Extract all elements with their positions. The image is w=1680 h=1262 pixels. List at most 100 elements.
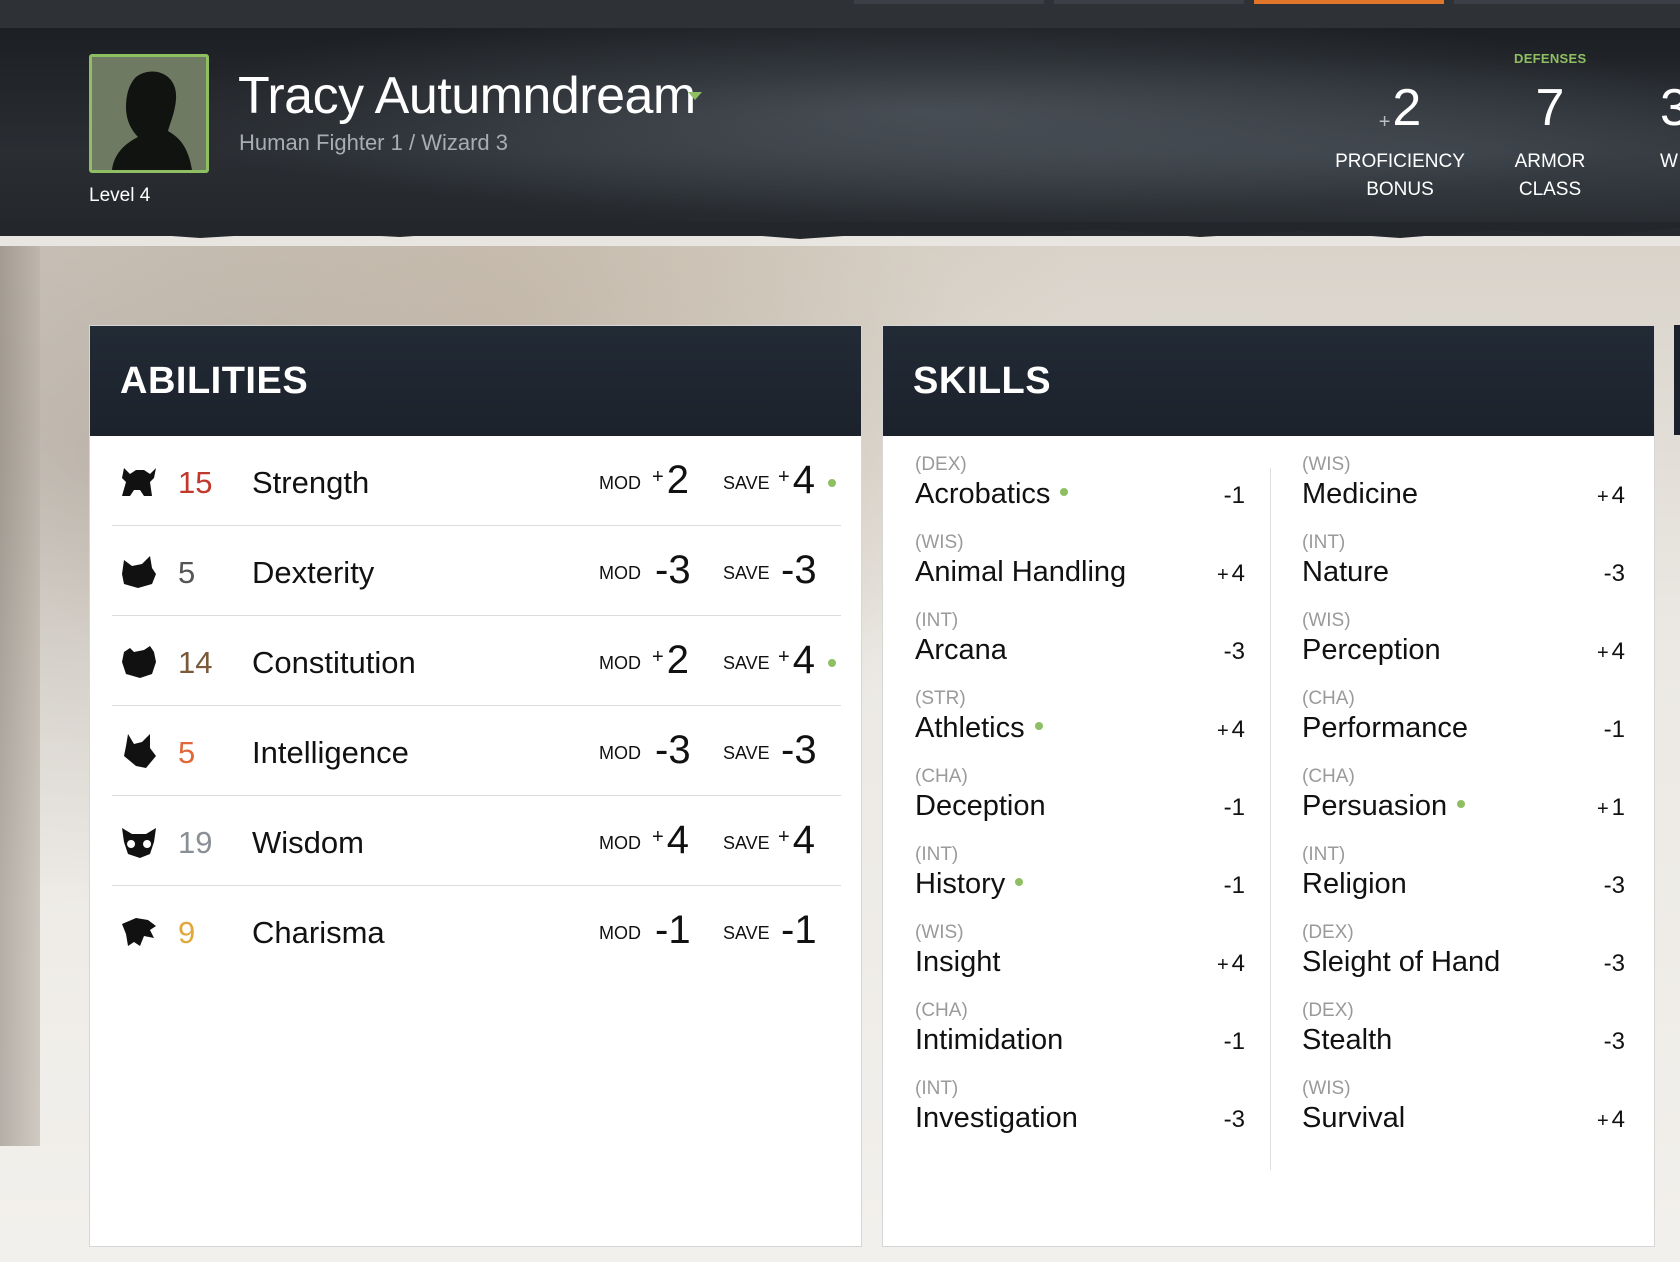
- ability-row-constitution[interactable]: 14 Constitution MOD +2 SAVE +4: [112, 616, 841, 706]
- name-dropdown-caret-icon[interactable]: [688, 92, 702, 100]
- ability-row-charisma[interactable]: 9 Charisma MOD -1 SAVE -1: [112, 886, 841, 976]
- ability-row-strength[interactable]: 15 Strength MOD +2 SAVE +4: [112, 436, 841, 526]
- nav-tab-1[interactable]: [854, 0, 1044, 4]
- ability-save: -3: [778, 728, 838, 773]
- skill-name: Investigation: [915, 1102, 1078, 1134]
- skill-name: Arcana: [915, 634, 1007, 666]
- nav-tab-4[interactable]: [1454, 0, 1680, 4]
- ability-score: 5: [178, 735, 196, 770]
- skill-row-sleight-of-hand[interactable]: (DEX) Sleight of Hand -3: [1302, 904, 1625, 982]
- ability-modifier: -3: [652, 548, 712, 593]
- skill-attribute: (CHA): [1302, 766, 1355, 787]
- skill-bonus-sign: +: [1596, 798, 1609, 820]
- mod-label: MOD: [599, 833, 641, 853]
- skill-bonus-value: 4: [1231, 560, 1245, 587]
- skill-attribute: (DEX): [1302, 1000, 1354, 1021]
- avatar[interactable]: [89, 54, 209, 173]
- ability-row-dexterity[interactable]: 5 Dexterity MOD -3 SAVE -3: [112, 526, 841, 616]
- character-subtitle: Human Fighter 1 / Wizard 3: [239, 130, 508, 155]
- skill-row-athletics[interactable]: (STR) Athletics +4: [915, 670, 1245, 748]
- modifier-sign: +: [652, 646, 664, 668]
- skill-row-performance[interactable]: (CHA) Performance -1: [1302, 670, 1625, 748]
- skill-name-wrap: Athletics: [915, 712, 1043, 745]
- save-label: SAVE: [723, 833, 770, 853]
- ability-modifier: +4: [652, 818, 712, 863]
- skill-row-stealth[interactable]: (DEX) Stealth -3: [1302, 982, 1625, 1060]
- skill-bonus: -3: [1601, 950, 1625, 978]
- skill-bonus: -3: [1601, 560, 1625, 588]
- modifier-value: 2: [666, 638, 689, 682]
- proficiency-label-2: BONUS: [1366, 179, 1434, 200]
- ability-row-wisdom[interactable]: 19 Wisdom MOD +4 SAVE +4: [112, 796, 841, 886]
- armor-class[interactable]: 7 ARMOR CLASS: [1500, 82, 1600, 204]
- skill-bonus: +4: [1597, 1106, 1625, 1134]
- skill-bonus: -1: [1221, 794, 1245, 822]
- skill-bonus-value: -3: [1223, 638, 1245, 665]
- skill-attribute: (WIS): [1302, 1078, 1351, 1099]
- save-value: 4: [792, 638, 815, 682]
- ability-modifier: -3: [652, 728, 712, 773]
- skill-row-medicine[interactable]: (WIS) Medicine +4: [1302, 436, 1625, 514]
- fox-icon: [124, 734, 156, 768]
- skill-row-investigation[interactable]: (INT) Investigation -3: [915, 1060, 1245, 1138]
- save-value: 4: [792, 458, 815, 502]
- skill-row-insight[interactable]: (WIS) Insight +4: [915, 904, 1245, 982]
- bull-icon: [122, 468, 156, 496]
- skill-bonus-value: 4: [1231, 716, 1245, 743]
- modifier-value: -3: [655, 548, 691, 592]
- proficiency-bonus: +2 PROFICIENCY BONUS: [1330, 82, 1470, 204]
- skill-name-wrap: Insight: [915, 946, 1000, 979]
- skill-row-religion[interactable]: (INT) Religion -3: [1302, 826, 1625, 904]
- silhouette-icon: [92, 57, 206, 170]
- skills-column-left: (DEX) Acrobatics -1 (WIS) Animal Handling +4 (…: [915, 436, 1245, 1138]
- save-sign: +: [778, 826, 790, 848]
- skills-divider: [1270, 468, 1271, 1170]
- skill-attribute: (STR): [915, 688, 966, 709]
- ability-score: 9: [178, 915, 196, 950]
- skills-title: SKILLS: [913, 360, 1052, 402]
- skill-bonus-sign: +: [1596, 642, 1609, 664]
- skill-bonus-value: -1: [1223, 794, 1245, 821]
- armor-class-label-2: CLASS: [1518, 179, 1582, 200]
- eagle-icon: [122, 918, 156, 946]
- skill-row-nature[interactable]: (INT) Nature -3: [1302, 514, 1625, 592]
- clipped-stat-value: 3: [1660, 79, 1680, 137]
- skill-attribute: (INT): [915, 844, 959, 865]
- skill-row-survival[interactable]: (WIS) Survival +4: [1302, 1060, 1625, 1138]
- skill-row-intimidation[interactable]: (CHA) Intimidation -1: [915, 982, 1245, 1060]
- skills-column-right: (WIS) Medicine +4 (INT) Nature -3 (WIS) Percept…: [1302, 436, 1625, 1138]
- skill-row-acrobatics[interactable]: (DEX) Acrobatics -1: [915, 436, 1245, 514]
- skill-bonus-value: 4: [1611, 638, 1625, 665]
- ability-save: -3: [778, 548, 838, 593]
- skill-row-persuasion[interactable]: (CHA) Persuasion +1: [1302, 748, 1625, 826]
- skill-name: Insight: [915, 946, 1001, 978]
- skill-row-deception[interactable]: (CHA) Deception -1: [915, 748, 1245, 826]
- skill-bonus: -1: [1601, 716, 1625, 744]
- skill-attribute: (INT): [1302, 844, 1346, 865]
- ability-score: 19: [178, 825, 213, 860]
- skill-name-wrap: History: [915, 868, 1024, 901]
- skill-row-history[interactable]: (INT) History -1: [915, 826, 1245, 904]
- skill-bonus: -3: [1601, 872, 1625, 900]
- top-nav: [0, 0, 1680, 28]
- mod-label: MOD: [599, 743, 641, 763]
- skill-row-arcana[interactable]: (INT) Arcana -3: [915, 592, 1245, 670]
- nav-tab-2[interactable]: [1054, 0, 1244, 4]
- bear-icon: [122, 646, 156, 678]
- character-name[interactable]: Tracy Autumndream: [238, 66, 696, 126]
- skill-name-wrap: Stealth: [1302, 1024, 1392, 1057]
- nav-tab-active[interactable]: [1254, 0, 1444, 4]
- skill-bonus-value: 4: [1231, 950, 1245, 977]
- skill-bonus: -1: [1221, 482, 1245, 510]
- skills-header: SKILLS: [883, 326, 1654, 436]
- ability-name: Dexterity: [252, 555, 375, 590]
- skill-name: History: [915, 868, 1006, 900]
- ability-row-intelligence[interactable]: 5 Intelligence MOD -3 SAVE -3: [112, 706, 841, 796]
- modifier-value: -1: [655, 908, 691, 952]
- skill-bonus: +4: [1217, 560, 1245, 588]
- skill-row-perception[interactable]: (WIS) Perception +4: [1302, 592, 1625, 670]
- save-label: SAVE: [723, 743, 770, 763]
- mod-label: MOD: [599, 473, 641, 493]
- skill-row-animal-handling[interactable]: (WIS) Animal Handling +4: [915, 514, 1245, 592]
- skill-name: Perception: [1302, 634, 1441, 666]
